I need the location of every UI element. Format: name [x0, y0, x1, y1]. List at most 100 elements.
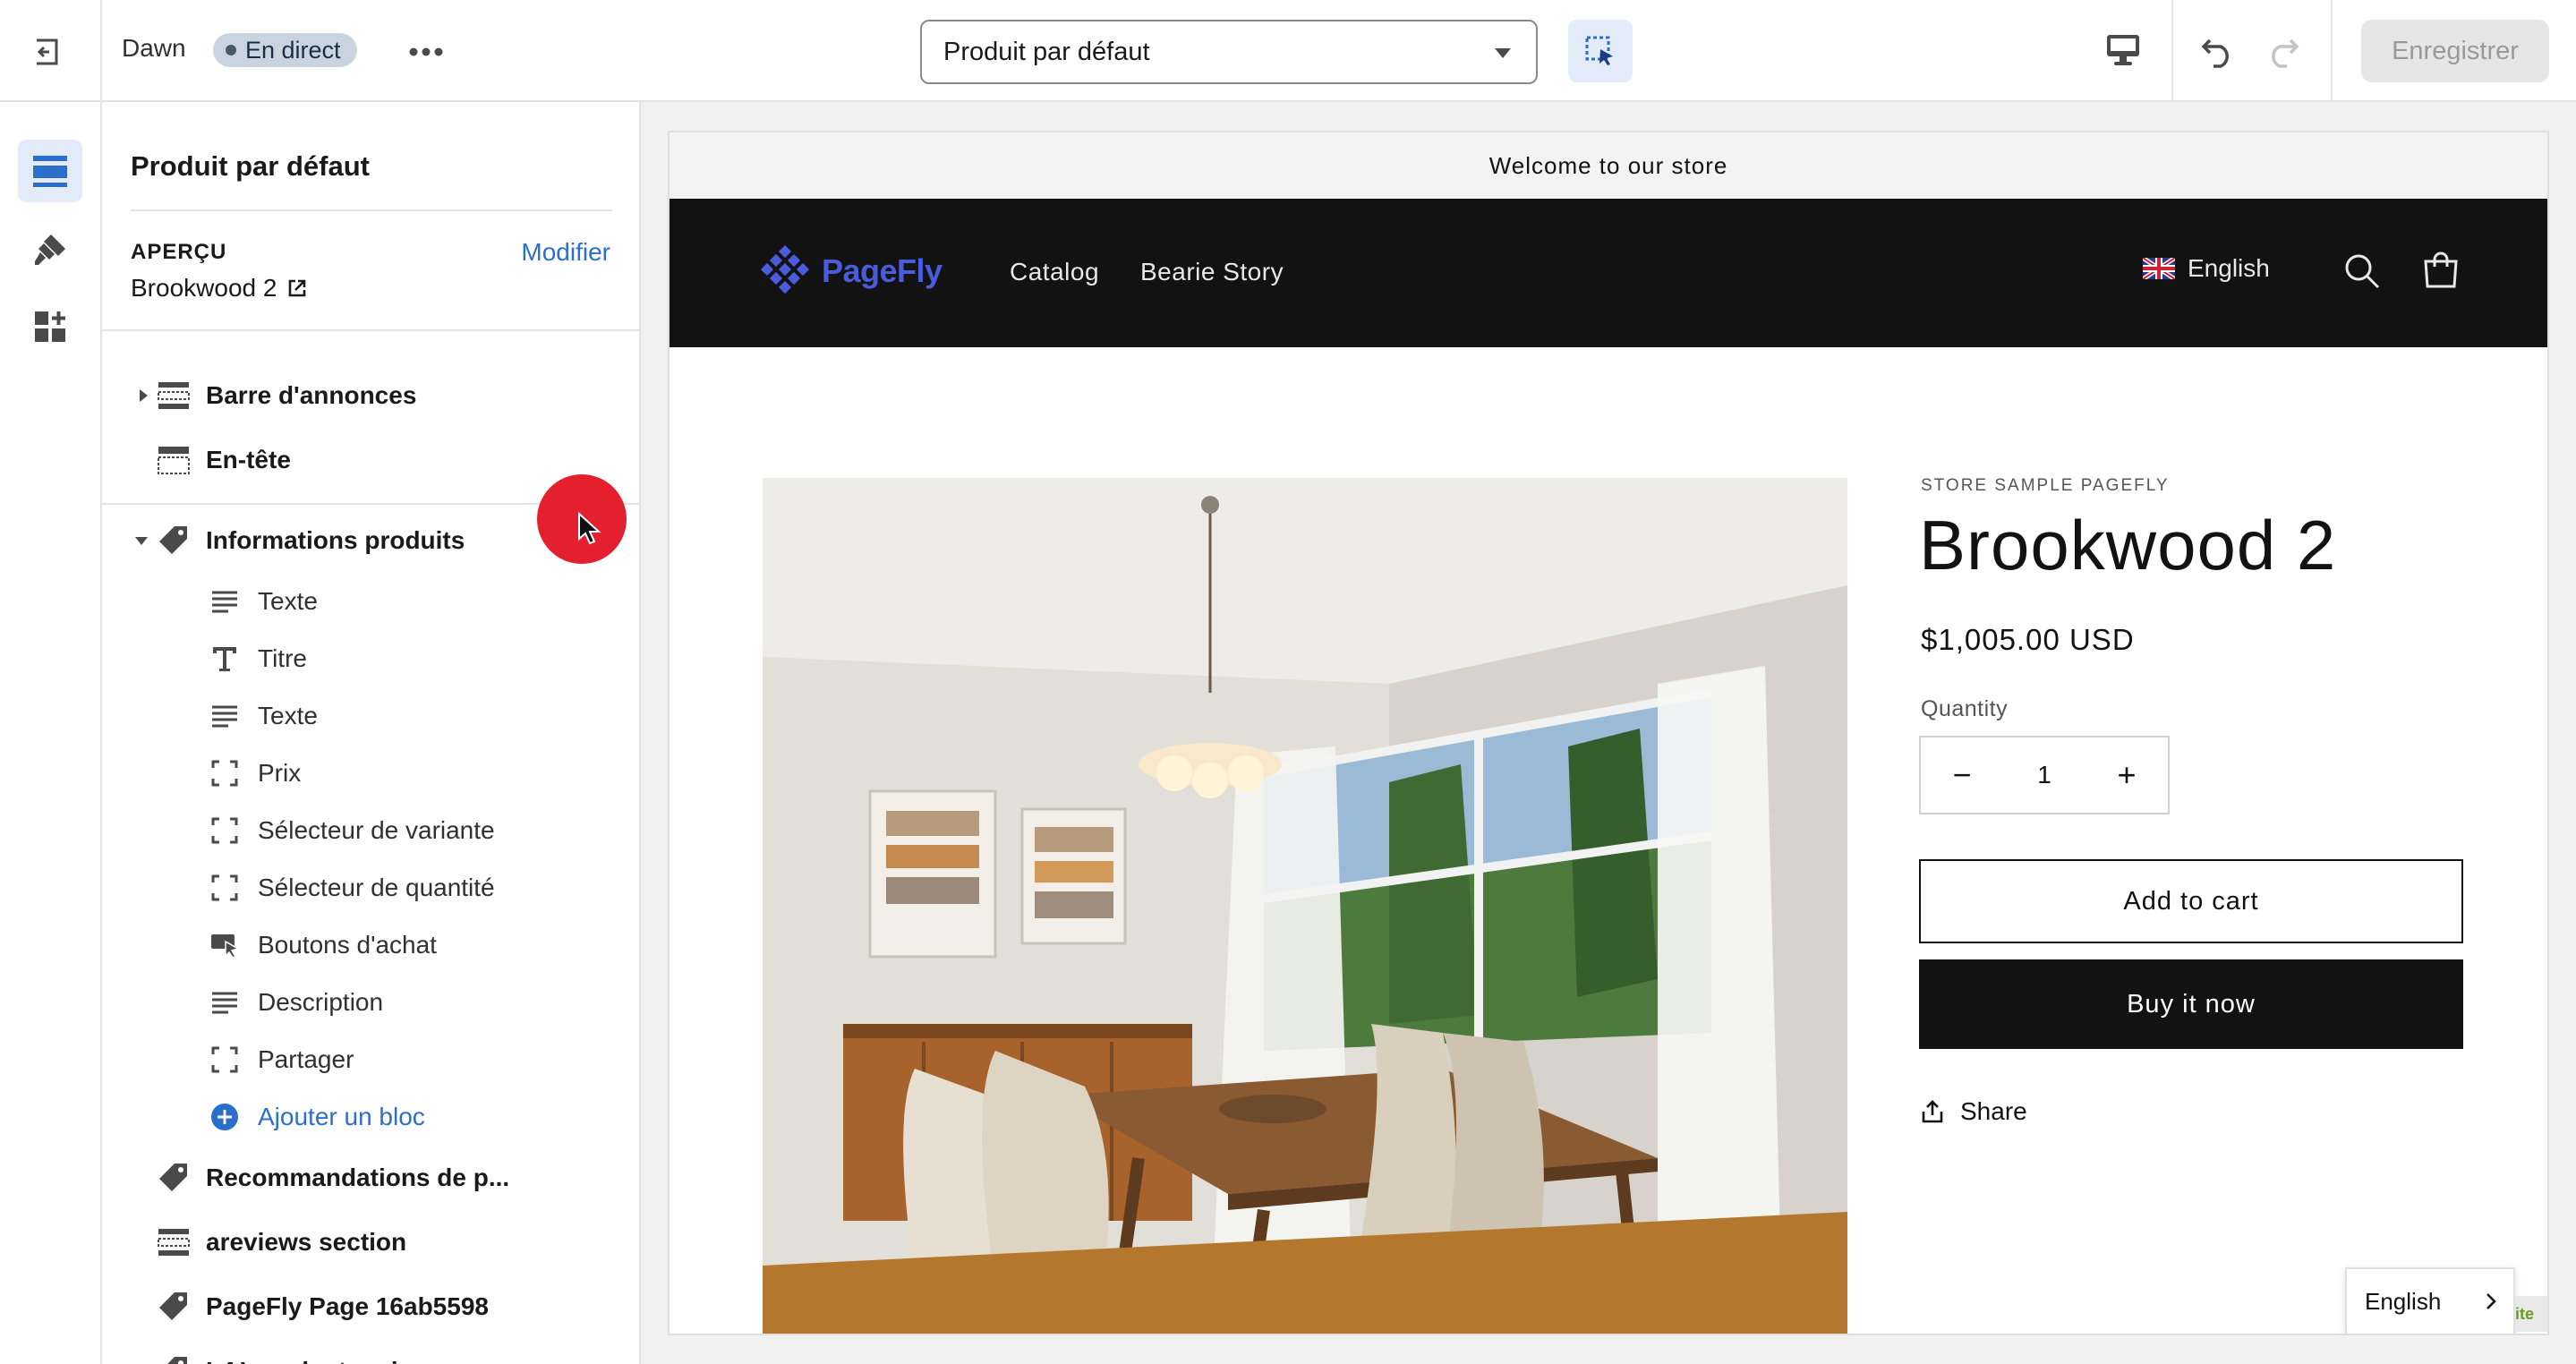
store-logo[interactable]: PageFly — [759, 245, 943, 297]
desktop-preview-icon[interactable] — [2103, 32, 2143, 68]
header-section-icon — [156, 442, 192, 478]
dashed-frame-icon — [208, 871, 242, 905]
search-icon[interactable] — [2343, 252, 2381, 290]
preview-label: APERÇU — [131, 240, 227, 264]
store-header: PageFly Catalog Bearie Story English — [670, 199, 2547, 347]
sections-sidebar: Produit par défaut APERÇU Modifier Brook… — [102, 102, 641, 1364]
mouse-pointer-icon — [576, 512, 603, 548]
corner-badge[interactable]: ite — [2515, 1296, 2547, 1332]
block-label: Sélecteur de variante — [258, 816, 495, 844]
template-select[interactable]: Produit par défaut — [920, 20, 1538, 84]
sections-icon — [33, 156, 67, 187]
product-image[interactable] — [763, 478, 1847, 1334]
apps-icon — [35, 311, 65, 342]
text-lines-icon — [208, 985, 242, 1019]
add-block-label: Ajouter un bloc — [258, 1103, 425, 1130]
minus-icon[interactable]: − — [1944, 756, 1980, 794]
sections-nav-button[interactable] — [18, 140, 82, 202]
section-lai-reviews[interactable]: LAI product reviews — [102, 1344, 639, 1364]
tag-icon — [156, 1289, 192, 1325]
paintbrush-icon — [35, 234, 65, 265]
section-label: Informations produits — [206, 526, 465, 554]
block-share[interactable]: Partager — [208, 1035, 354, 1085]
add-block-button[interactable]: Ajouter un bloc — [208, 1092, 425, 1142]
block-label: Partager — [258, 1045, 354, 1073]
theme-settings-nav-button[interactable] — [18, 218, 82, 281]
product-price: $1,005.00 USD — [1921, 623, 2135, 656]
left-rail — [0, 102, 102, 1364]
section-bar-icon — [156, 1224, 192, 1260]
chevron-right-icon — [2486, 1293, 2496, 1309]
product-title: Brookwood 2 — [1919, 506, 2337, 584]
live-dot-icon — [226, 45, 236, 55]
sidebar-title: Produit par défaut — [131, 150, 370, 182]
section-label: areviews section — [206, 1228, 407, 1256]
store-preview: Welcome to our store PageFly Catalog Bea… — [668, 131, 2549, 1335]
live-status-badge: En direct — [213, 33, 357, 67]
dashed-frame-icon — [208, 1043, 242, 1077]
section-areviews[interactable]: areviews section — [102, 1215, 639, 1269]
pagefly-logo-icon — [760, 245, 810, 294]
block-label: Texte — [258, 587, 318, 615]
block-buy-buttons[interactable]: Boutons d'achat — [208, 920, 437, 970]
save-button[interactable]: Enregistrer — [2361, 20, 2549, 82]
quantity-stepper: − 1 + — [1919, 736, 2170, 814]
block-price[interactable]: Prix — [208, 748, 301, 798]
plus-icon[interactable]: + — [2109, 756, 2145, 794]
chevron-right-icon[interactable] — [120, 388, 156, 403]
redo-icon[interactable] — [2263, 30, 2302, 70]
add-to-cart-button[interactable]: Add to cart — [1919, 859, 2463, 943]
share-label: Share — [1960, 1097, 2027, 1125]
tag-icon — [156, 1353, 192, 1364]
live-badge-label: En direct — [245, 36, 341, 64]
block-title[interactable]: Titre — [208, 634, 307, 684]
block-label: Boutons d'achat — [258, 931, 437, 959]
preview-product[interactable]: Brookwood 2 — [131, 274, 307, 303]
share-button[interactable]: Share — [1921, 1097, 2027, 1126]
exit-icon[interactable] — [29, 34, 64, 70]
section-label: En-tête — [206, 446, 291, 473]
announcement-bar: Welcome to our store — [670, 132, 2547, 199]
section-header[interactable]: En-tête — [102, 433, 639, 487]
section-label: PageFly Page 16ab5598 — [206, 1292, 489, 1320]
block-text[interactable]: Texte — [208, 576, 318, 627]
product-vendor: STORE SAMPLE PAGEFLY — [1921, 476, 2170, 495]
preview-modify-link[interactable]: Modifier — [521, 238, 610, 267]
buy-now-button[interactable]: Buy it now — [1919, 959, 2463, 1049]
section-product-recommendations[interactable]: Recommandations de p... — [102, 1151, 639, 1205]
chevron-down-icon[interactable] — [120, 535, 156, 546]
logo-text: PageFly — [822, 252, 943, 289]
inspector-toggle-button[interactable] — [1568, 20, 1633, 82]
section-announcement-bar[interactable]: Barre d'annonces — [102, 369, 639, 422]
dashed-frame-icon — [208, 814, 242, 848]
block-quantity-selector[interactable]: Sélecteur de quantité — [208, 863, 495, 913]
nav-link-bearie-story[interactable]: Bearie Story — [1140, 258, 1284, 286]
section-label: Recommandations de p... — [206, 1164, 510, 1191]
section-bar-icon — [156, 378, 192, 413]
quantity-value[interactable]: 1 — [2037, 761, 2051, 789]
block-description[interactable]: Description — [208, 977, 383, 1027]
language-switcher[interactable]: English — [2143, 254, 2270, 283]
share-icon — [1922, 1100, 1943, 1123]
tag-icon — [156, 1160, 192, 1196]
undo-icon[interactable] — [2198, 30, 2238, 70]
block-label: Description — [258, 988, 384, 1016]
language-popup[interactable]: English — [2345, 1267, 2515, 1334]
more-actions-icon[interactable] — [405, 36, 448, 68]
text-lines-icon — [208, 584, 242, 618]
buy-buttons-icon — [208, 928, 242, 962]
section-pagefly-page[interactable]: PageFly Page 16ab5598 — [102, 1280, 639, 1334]
block-variant-picker[interactable]: Sélecteur de variante — [208, 806, 495, 856]
tag-icon — [156, 523, 192, 558]
cart-icon[interactable] — [2422, 251, 2460, 290]
chevron-down-icon — [1495, 48, 1511, 58]
block-text[interactable]: Texte — [208, 691, 318, 741]
nav-link-catalog[interactable]: Catalog — [1010, 258, 1099, 286]
section-label: LAI product reviews — [206, 1357, 446, 1364]
template-select-value: Produit par défaut — [943, 37, 1150, 66]
block-label: Sélecteur de quantité — [258, 874, 495, 901]
title-t-icon — [208, 642, 242, 676]
top-bar: Dawn En direct Produit par défaut Enregi… — [0, 0, 2576, 102]
apps-nav-button[interactable] — [18, 295, 82, 358]
plus-circle-icon — [208, 1100, 242, 1134]
